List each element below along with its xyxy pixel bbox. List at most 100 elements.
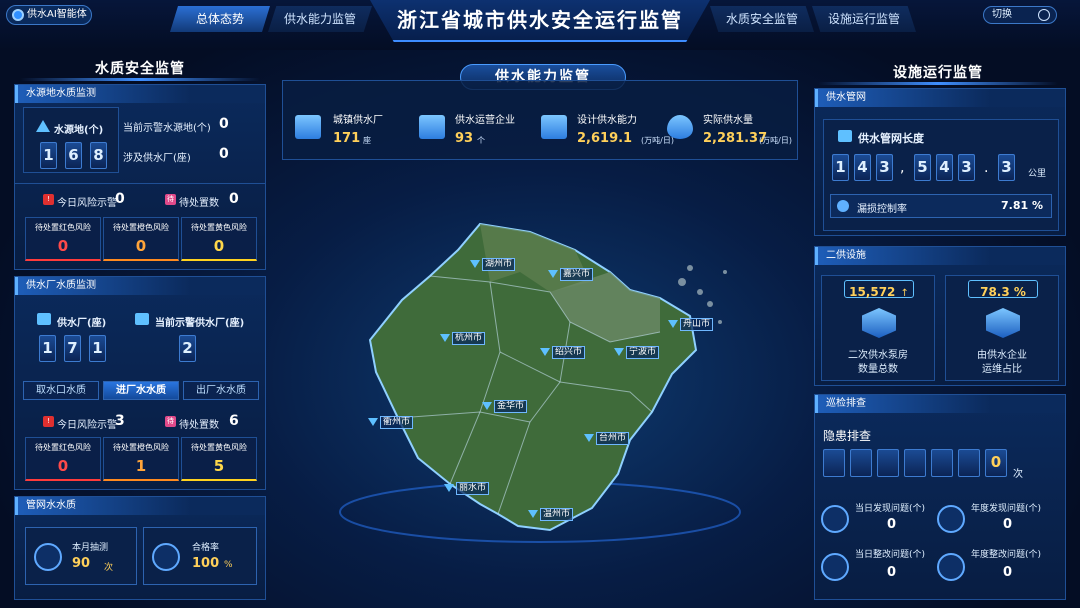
- tab-supply-capacity[interactable]: 供水能力监管: [268, 6, 372, 32]
- hazard-label: 隐患排查: [823, 429, 872, 443]
- source-digit: 8: [90, 142, 107, 169]
- risk-value: 0: [57, 237, 69, 255]
- leak-rate-bar: 漏损控制率 7.81 %: [830, 194, 1052, 218]
- length-digit: 3: [876, 154, 893, 181]
- tab-outflow-quality[interactable]: 出厂水水质: [183, 381, 259, 400]
- today-alert-label: 今日风险示警: [57, 420, 117, 431]
- risk-label: 待处置红色风险: [35, 443, 91, 452]
- plant-capacity-icon: [541, 115, 567, 139]
- factory-icon: [295, 115, 321, 139]
- building-icon: [419, 115, 445, 139]
- switch-button[interactable]: 切换: [983, 6, 1057, 24]
- yearly-fixed-value: 0: [1003, 565, 1013, 580]
- pump-room-icon: [862, 308, 896, 338]
- city-label: 衢州市: [380, 416, 414, 429]
- pass-rate-unit: %: [224, 560, 233, 570]
- alert-badge-icon: !: [43, 416, 54, 427]
- daily-fixed-value: 0: [887, 565, 897, 580]
- robot-icon: [12, 9, 24, 21]
- tab-intake-quality[interactable]: 取水口水质: [23, 381, 99, 400]
- hazard-digit: 0: [985, 449, 1007, 477]
- source-water-panel: 水源地水质监测 水源地(个) 1 6 8 当前示警水源地(个) 0 涉及供水厂(…: [14, 84, 266, 270]
- pin-icon: [548, 270, 558, 278]
- source-water-subhead: 水源地水质监测: [15, 85, 265, 103]
- pump-room-value-box: 15,572 ↑: [844, 280, 914, 299]
- stat-label: 实际供水量: [703, 115, 753, 126]
- risk-label: 待处置红色风险: [35, 223, 91, 232]
- stat-label: 城镇供水厂: [333, 115, 383, 126]
- pin-icon: [584, 434, 594, 442]
- pin-icon: [668, 320, 678, 328]
- length-digit: 4: [936, 154, 953, 181]
- zhejiang-map[interactable]: [330, 212, 750, 552]
- tab-supply-capacity-label: 供水能力监管: [283, 12, 356, 26]
- tab-overview-label: 总体态势: [195, 12, 244, 26]
- risk-yellow-box: 待处置黄色风险 5: [181, 437, 257, 481]
- city-label: 湖州市: [482, 258, 516, 271]
- ai-agent-button[interactable]: 供水AI智能体: [6, 5, 92, 25]
- tab-facility-operation[interactable]: 设施运行监管: [812, 6, 916, 32]
- plant-digit: 7: [64, 335, 81, 362]
- header-bar: 供水AI智能体 总体态势 供水能力监管 浙江省城市供水安全运行监管 水质安全监管…: [0, 0, 1080, 50]
- city-label: 绍兴市: [552, 346, 586, 359]
- checklist-icon: [821, 553, 849, 581]
- source-digit: 6: [65, 142, 82, 169]
- hazard-unit: 次: [1013, 469, 1023, 480]
- risk-red-box: 待处置红色风险 0: [25, 437, 101, 481]
- length-separator: ,: [900, 160, 905, 176]
- pump-room-card: 15,572 ↑ 二次供水泵房 数量总数: [821, 275, 935, 381]
- ops-ratio-label-1: 由供水企业: [977, 350, 1027, 361]
- alert-sources-value: 0: [219, 116, 229, 132]
- inspection-panel: 巡检排查 隐患排查 0 次 当日发现问题(个) 0 年度发现问题(个) 0 当日…: [814, 394, 1066, 600]
- tab-water-quality[interactable]: 水质安全监管: [710, 6, 814, 32]
- city-label: 丽水市: [456, 482, 490, 495]
- hazard-digit: [931, 449, 953, 477]
- pin-icon: [614, 348, 624, 356]
- plant-icon: [37, 313, 51, 325]
- pending-value: 0: [229, 191, 239, 207]
- hazard-digit: [823, 449, 845, 477]
- alert-plant-digit: 2: [179, 335, 196, 362]
- risk-value: 5: [213, 457, 225, 475]
- pump-room-label-2: 数量总数: [858, 364, 898, 375]
- tab-facility-operation-label: 设施运行监管: [827, 12, 900, 26]
- yearly-found-value: 0: [1003, 517, 1013, 532]
- left-section-title: 水质安全监管: [95, 61, 185, 77]
- ops-ratio-label-2: 运维占比: [982, 364, 1022, 375]
- sample-value: 90: [72, 556, 91, 571]
- ops-ratio-value: 78.3 %: [980, 285, 1026, 299]
- pump-room-value: 15,572: [849, 285, 896, 299]
- city-label: 台州市: [596, 432, 630, 445]
- switch-label: 切换: [992, 9, 1012, 20]
- length-unit: 公里: [1028, 169, 1047, 179]
- risk-label: 待处置橙色风险: [113, 443, 169, 452]
- pipe-length-box: 供水管网长度 1 4 3 , 5 4 3 . 3 公里 漏损控制率 7.81 %: [823, 119, 1059, 231]
- stat-label: 设计供水能力: [577, 115, 637, 126]
- alert-sources-label: 当前示警水源地(个): [123, 123, 211, 134]
- logo-text: 供水AI智能体: [27, 9, 87, 20]
- pipe-network-panel: 供水管网 供水管网长度 1 4 3 , 5 4 3 . 3 公里 漏损控制率 7…: [814, 88, 1066, 236]
- tab-inflow-quality[interactable]: 进厂水水质: [103, 381, 179, 400]
- today-alert-value: 3: [115, 413, 125, 429]
- pending-value: 6: [229, 413, 239, 429]
- secondary-supply-panel: 二供设施 15,572 ↑ 二次供水泵房 数量总数 78.3 % 由供水企业 运…: [814, 246, 1066, 386]
- pin-icon: [470, 260, 480, 268]
- sample-label: 本月抽测: [72, 543, 109, 553]
- daily-fixed-label: 当日整改问题(个): [855, 550, 926, 560]
- stat-value: 171: [333, 131, 361, 146]
- plants-involved-label: 涉及供水厂(座): [123, 153, 191, 164]
- alert-plant-label: 当前示警供水厂(座): [155, 318, 245, 329]
- plant-digit: 1: [39, 335, 56, 362]
- risk-yellow-box: 待处置黄色风险 0: [181, 217, 257, 261]
- length-digit: 4: [854, 154, 871, 181]
- length-digit: 3: [958, 154, 975, 181]
- logout-icon[interactable]: [1038, 9, 1050, 21]
- pie-icon: [937, 553, 965, 581]
- pin-icon: [440, 334, 450, 342]
- source-count-label: 水源地(个): [54, 125, 104, 136]
- right-section-divider: [818, 82, 1058, 85]
- length-separator: .: [984, 160, 989, 176]
- tab-overview[interactable]: 总体态势: [170, 6, 270, 32]
- water-drop-icon: [667, 115, 693, 139]
- right-section-title: 设施运行监管: [893, 65, 983, 81]
